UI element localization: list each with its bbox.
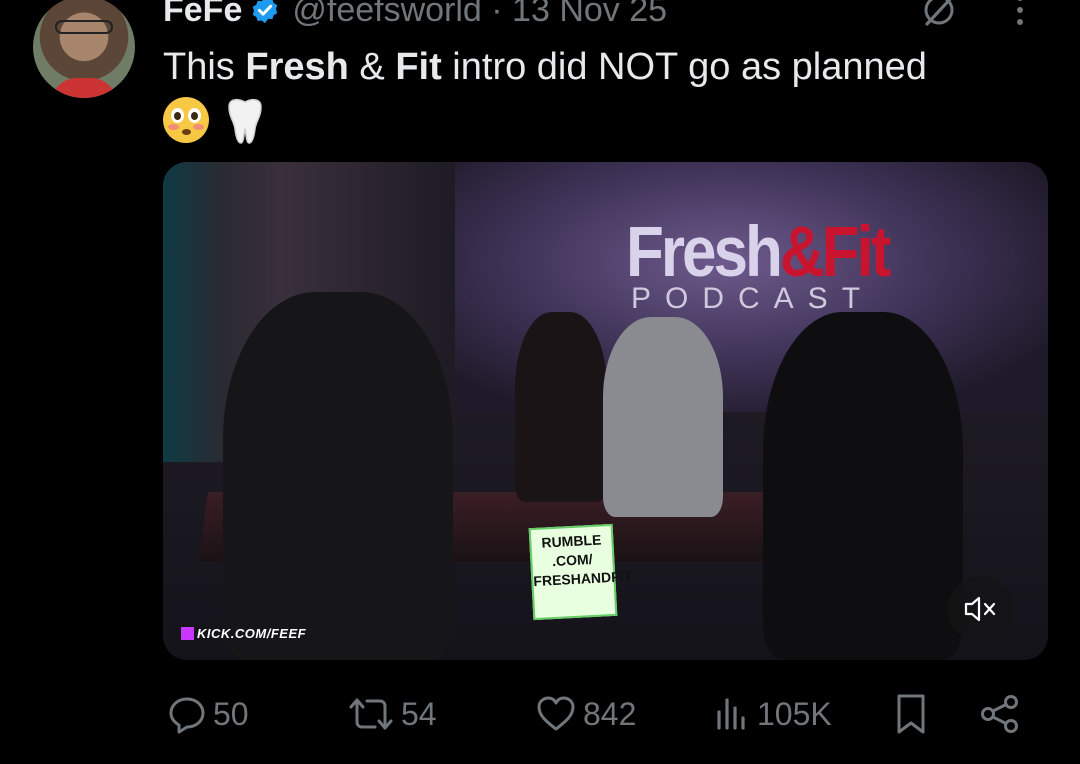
share-button[interactable] xyxy=(979,690,1021,738)
reply-icon xyxy=(169,697,205,734)
share-icon xyxy=(981,695,1018,733)
rumble-sign: RUMBLE .COM/ FRESHANDFIT xyxy=(528,523,632,621)
text-bold-fresh: Fresh xyxy=(245,46,349,88)
repost-button[interactable]: 54 xyxy=(347,690,437,738)
author-avatar[interactable] xyxy=(33,0,135,98)
mute-button[interactable] xyxy=(948,576,1014,642)
text-bold-fit: Fit xyxy=(395,46,442,88)
kick-watermark: KICK.COM/FEEF xyxy=(181,624,306,642)
speaker-muted-icon xyxy=(964,596,996,622)
tooth-emoji-icon xyxy=(228,98,262,144)
text-part: & xyxy=(348,46,396,88)
flushed-face-emoji-icon xyxy=(163,97,209,143)
text-part: intro did NOT go as planned xyxy=(441,46,927,88)
verified-badge-icon xyxy=(253,0,278,24)
person-man-right xyxy=(763,312,963,660)
tweet-text: This Fresh & Fit intro did NOT go as pla… xyxy=(163,42,1043,92)
views-count: 105K xyxy=(757,695,832,732)
views-chart-icon xyxy=(717,698,745,730)
studio-logo-subtitle: PODCAST xyxy=(631,282,875,315)
repost-count: 54 xyxy=(401,695,437,732)
avatar-glasses xyxy=(55,20,113,34)
author-name[interactable]: FeFe xyxy=(163,0,242,30)
reply-button[interactable]: 50 xyxy=(167,690,249,738)
person-woman-right xyxy=(603,317,723,517)
bookmark-icon xyxy=(897,694,925,734)
views-button[interactable]: 105K xyxy=(711,690,832,738)
reply-count: 50 xyxy=(213,695,249,732)
avatar-shirt xyxy=(51,78,117,98)
kick-logo-icon xyxy=(181,626,194,640)
emoji-row xyxy=(163,97,267,145)
like-button[interactable]: 842 xyxy=(535,690,636,738)
tweet-action-bar: 50 54 842 105K xyxy=(163,690,1023,738)
heart-icon xyxy=(537,696,575,731)
tweet-video[interactable]: Fresh&Fit PODCAST RUMBLE .COM/ FRESHANDF… xyxy=(163,162,1048,660)
author-handle-and-date[interactable]: @feefsworld · 13 Nov 25 xyxy=(292,0,667,30)
person-man-foreground xyxy=(223,292,453,660)
more-options-icon[interactable] xyxy=(1014,0,1026,32)
person-woman-center xyxy=(515,312,607,502)
bookmark-button[interactable] xyxy=(891,690,931,738)
repost-icon xyxy=(349,698,393,730)
text-part: This xyxy=(163,46,246,88)
grok-icon[interactable] xyxy=(918,0,960,30)
tweet-header: FeFe @feefsworld · 13 Nov 25 xyxy=(163,0,667,32)
like-count: 842 xyxy=(583,695,637,732)
